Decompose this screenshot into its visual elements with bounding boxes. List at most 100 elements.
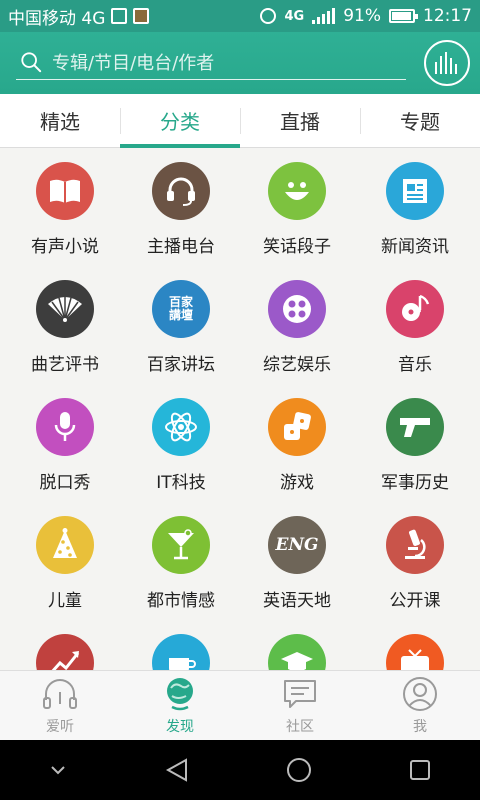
category-label: 笑话段子: [263, 237, 331, 257]
category-label: 游戏: [280, 473, 314, 493]
category-label: 综艺娱乐: [263, 355, 331, 375]
microphone-icon: [36, 398, 94, 456]
category-label: 新闻资讯: [381, 237, 449, 257]
header: 专辑/节目/电台/作者: [0, 32, 480, 94]
app-notification-icon: [133, 8, 150, 24]
party-hat-icon: [36, 516, 94, 574]
category-label: 儿童: [48, 591, 82, 611]
headset-icon: [152, 162, 210, 220]
icon-text: 百家 講壇: [168, 294, 193, 322]
chat-icon: [282, 676, 318, 712]
dice-icon: [268, 398, 326, 456]
bottom-nav: 爱听 发现 社区 我: [0, 670, 480, 740]
smile-icon: [268, 162, 326, 220]
tab-bar: 精选 分类 直播 专题: [0, 94, 480, 148]
collapse-icon[interactable]: [48, 763, 68, 777]
icon-text: ENG: [275, 534, 319, 555]
category-item[interactable]: 有声小说: [5, 162, 125, 257]
category-item[interactable]: 综艺娱乐: [237, 280, 357, 375]
system-nav-bar: [0, 740, 480, 800]
category-item[interactable]: IT科技: [121, 398, 241, 493]
equalizer-icon: [435, 52, 457, 74]
category-item[interactable]: 游戏: [237, 398, 357, 493]
category-item[interactable]: 都市情感: [121, 516, 241, 611]
graduation-cap-icon: [268, 634, 326, 670]
category-label: 音乐: [398, 355, 432, 375]
pistol-icon: [386, 398, 444, 456]
category-item[interactable]: 曲艺评书: [5, 280, 125, 375]
music-icon: [386, 280, 444, 338]
battery-percent: 91%: [343, 6, 381, 26]
atom-icon: [152, 398, 210, 456]
category-label: 脱口秀: [39, 473, 91, 493]
category-item[interactable]: [237, 634, 357, 670]
microscope-icon: [386, 516, 444, 574]
category-item[interactable]: 百家 講壇 百家讲坛: [121, 280, 241, 375]
category-item[interactable]: 新闻资讯: [355, 162, 475, 257]
nav-discover[interactable]: 发现: [120, 671, 240, 740]
book-icon: [36, 162, 94, 220]
headphones-icon: [42, 676, 78, 712]
carrier-label: 中国移动 4G: [8, 8, 106, 29]
tab-label: 专题: [400, 110, 440, 134]
tab-live[interactable]: 直播: [240, 94, 360, 147]
category-grid: 有声小说 主播电台 笑话段子 新闻资讯 曲艺评书 百家 講壇 百家讲坛 综艺娱乐 音乐 脱口秀 IT…: [0, 148, 480, 670]
cocktail-icon: [152, 516, 210, 574]
home-icon[interactable]: [286, 757, 312, 783]
newspaper-icon: [386, 162, 444, 220]
category-item[interactable]: ENG 英语天地: [237, 516, 357, 611]
status-bar: 中国移动 4G 4G 91% 12:17: [0, 0, 480, 32]
coffee-icon: [152, 634, 210, 670]
search-icon: [21, 51, 42, 72]
category-label: 英语天地: [263, 591, 331, 611]
category-item[interactable]: [355, 634, 475, 670]
nav-listen[interactable]: 爱听: [0, 671, 120, 740]
search-placeholder: 专辑/节目/电台/作者: [52, 52, 215, 74]
nav-label: 爱听: [46, 718, 74, 735]
chart-icon: [36, 634, 94, 670]
eng-icon: ENG: [268, 516, 326, 574]
category-item[interactable]: 公开课: [355, 516, 475, 611]
nav-community[interactable]: 社区: [240, 671, 360, 740]
tab-label: 精选: [40, 110, 80, 134]
signal-icon: [312, 8, 336, 24]
search-bar[interactable]: 专辑/节目/电台/作者: [16, 44, 406, 80]
category-item[interactable]: [5, 634, 125, 670]
tab-topics[interactable]: 专题: [360, 94, 480, 147]
category-label: 都市情感: [147, 591, 215, 611]
battery-icon: [389, 9, 418, 23]
category-item[interactable]: 军事历史: [355, 398, 475, 493]
category-item[interactable]: 儿童: [5, 516, 125, 611]
category-label: 军事历史: [381, 473, 449, 493]
globe-icon: [162, 676, 198, 712]
recents-icon[interactable]: [408, 758, 432, 782]
network-type-label: 4G: [284, 8, 305, 24]
tv-icon: [386, 634, 444, 670]
category-item[interactable]: 主播电台: [121, 162, 241, 257]
tab-label: 直播: [280, 110, 320, 134]
category-label: IT科技: [156, 473, 206, 493]
category-label: 百家讲坛: [147, 355, 215, 375]
category-item[interactable]: 笑话段子: [237, 162, 357, 257]
category-item[interactable]: 音乐: [355, 280, 475, 375]
lecture-icon: 百家 講壇: [152, 280, 210, 338]
nav-label: 社区: [286, 718, 314, 735]
back-icon[interactable]: [164, 757, 190, 783]
category-label: 公开课: [389, 591, 441, 611]
tab-featured[interactable]: 精选: [0, 94, 120, 147]
fan-icon: [36, 280, 94, 338]
radio-button[interactable]: [424, 40, 470, 86]
image-notification-icon: [111, 8, 128, 24]
nav-label: 发现: [166, 718, 194, 735]
film-reel-icon: [268, 280, 326, 338]
nav-label: 我: [413, 718, 427, 735]
category-item[interactable]: 脱口秀: [5, 398, 125, 493]
category-label: 主播电台: [147, 237, 215, 257]
tab-categories[interactable]: 分类: [120, 94, 240, 148]
category-item[interactable]: [121, 634, 241, 670]
clock: 12:17: [423, 6, 472, 26]
category-label: 曲艺评书: [31, 355, 99, 375]
tab-label: 分类: [160, 110, 200, 134]
category-label: 有声小说: [31, 237, 99, 257]
nav-me[interactable]: 我: [360, 671, 480, 740]
